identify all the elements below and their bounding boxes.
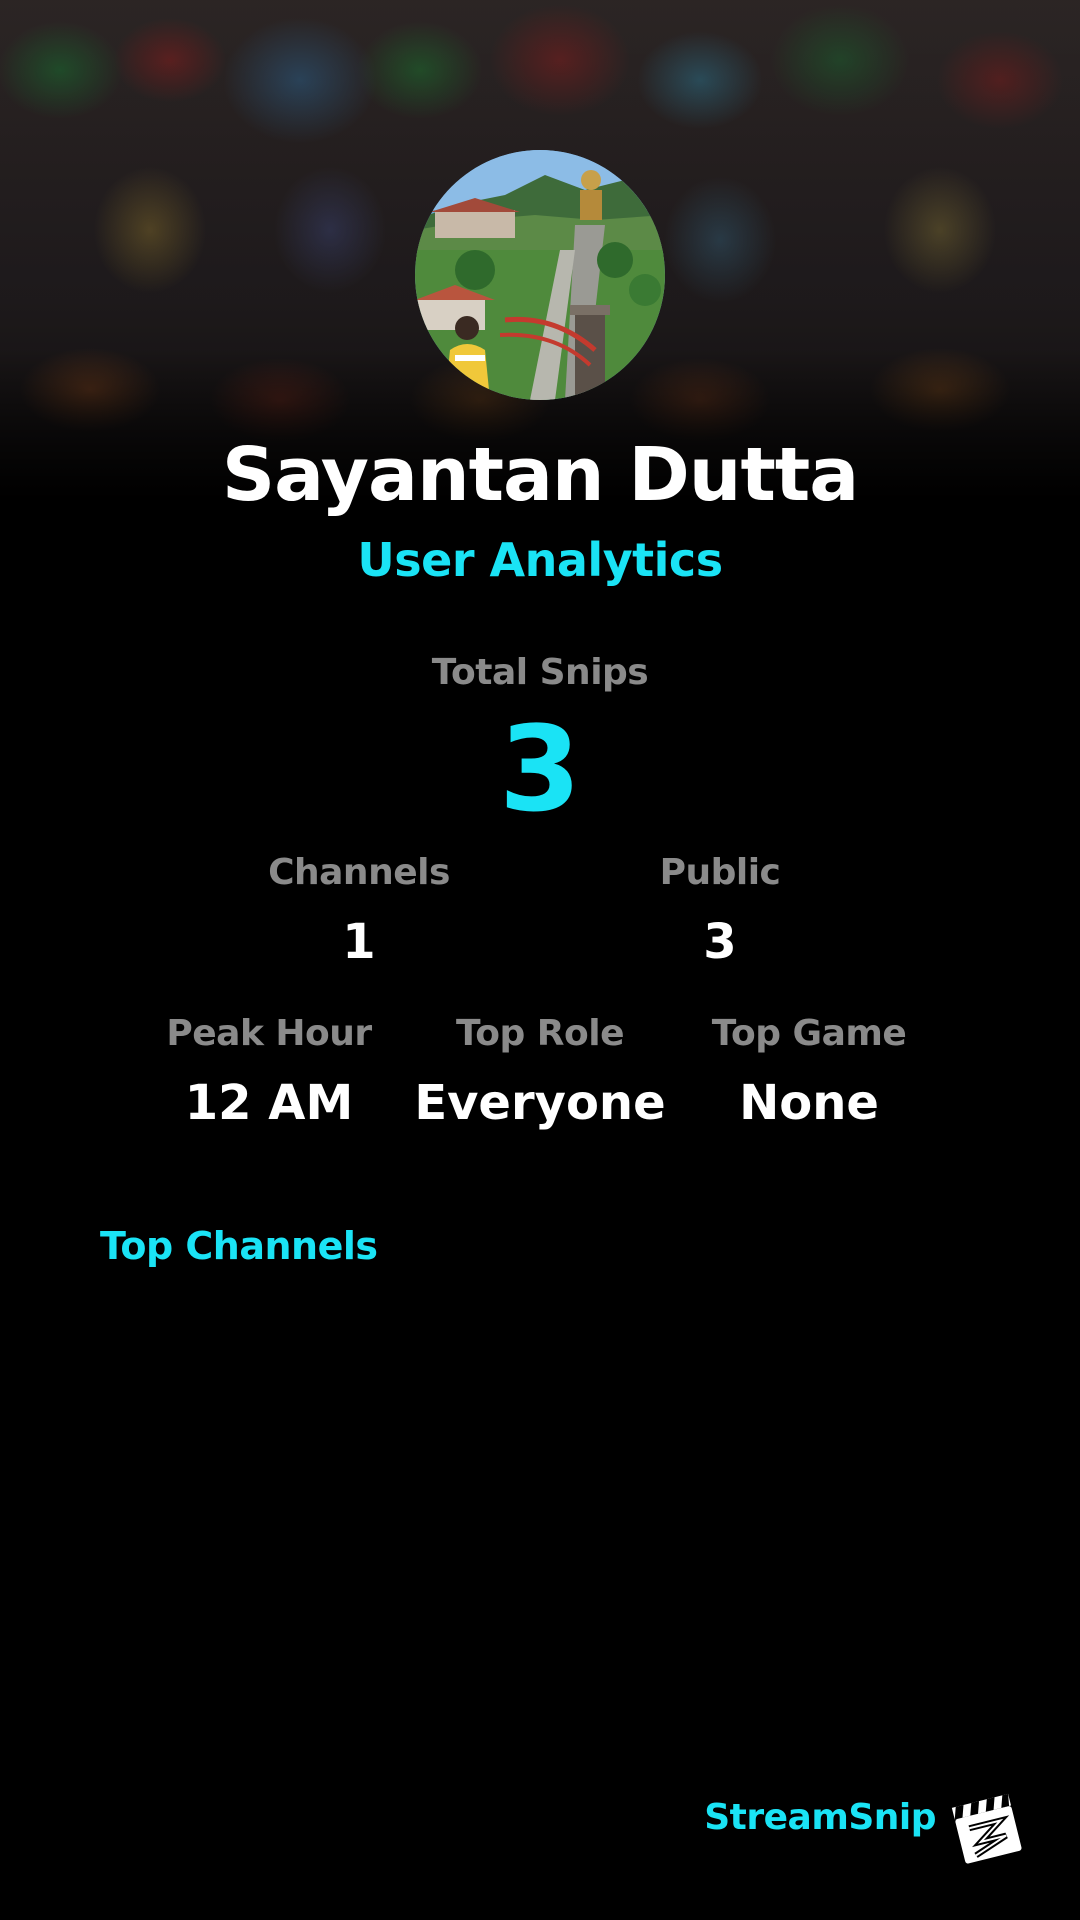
- public-value: 3: [703, 914, 737, 970]
- peak-hour-value: 12 AM: [184, 1075, 354, 1131]
- top-game-value: None: [739, 1075, 879, 1131]
- public-label: Public: [659, 852, 781, 893]
- top-role-label: Top Role: [455, 1013, 625, 1054]
- clapperboard-icon: [948, 1790, 1026, 1868]
- channels-value: 1: [342, 914, 376, 970]
- top-channels-heading: Top Channels: [100, 1224, 378, 1268]
- total-snips-label: Total Snips: [431, 652, 649, 693]
- top-game-label: Top Game: [711, 1013, 907, 1054]
- page-subtitle: User Analytics: [357, 533, 723, 587]
- peak-hour-label: Peak Hour: [166, 1013, 372, 1054]
- brand-name: StreamSnip: [704, 1797, 936, 1838]
- user-name: Sayantan Dutta: [221, 432, 859, 518]
- channels-label: Channels: [268, 852, 450, 893]
- top-role-value: Everyone: [414, 1075, 666, 1131]
- avatar: [415, 150, 665, 400]
- total-snips-value: 3: [498, 700, 582, 838]
